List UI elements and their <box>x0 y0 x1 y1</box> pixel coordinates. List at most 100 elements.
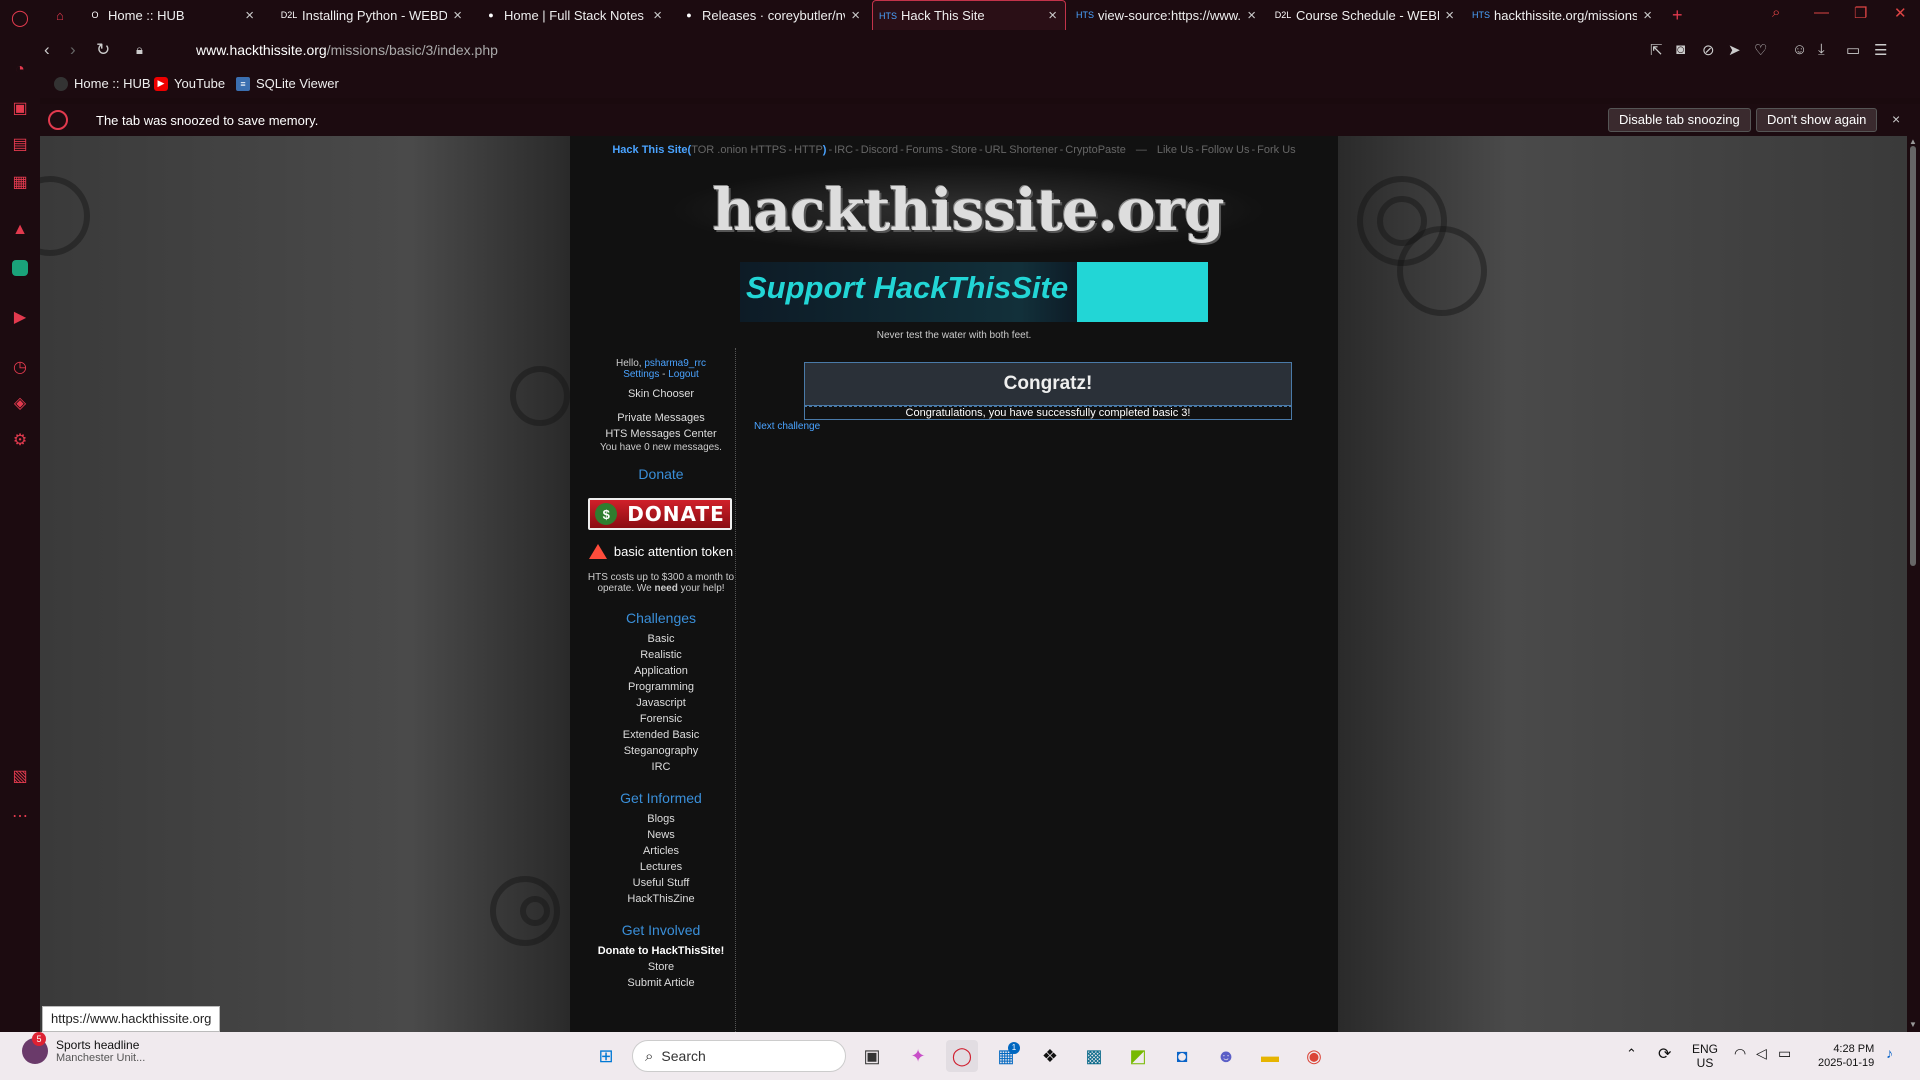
gallery-icon[interactable]: ▧ <box>8 764 32 788</box>
adblock-icon[interactable]: ⊘ <box>1702 41 1715 59</box>
informed-blogs[interactable]: Blogs <box>586 813 736 825</box>
easy-setup-icon[interactable]: ☰ <box>1874 41 1887 59</box>
tab-installing-python[interactable]: D2L Installing Python - WEBD-3 × <box>274 0 470 30</box>
nav-forums[interactable]: Forums <box>906 144 943 156</box>
dont-show-again-button[interactable]: Don't show again <box>1756 108 1878 132</box>
challenge-application[interactable]: Application <box>586 665 736 677</box>
twitch-icon[interactable]: ▤ <box>8 132 32 156</box>
nav-tor-onion[interactable]: TOR .onion HTTPS <box>691 144 786 156</box>
nav-store[interactable]: Store <box>951 144 977 156</box>
dropbox-icon[interactable]: ❖ <box>1034 1040 1066 1072</box>
file-explorer-icon[interactable]: ▬ <box>1254 1040 1286 1072</box>
hts-logo[interactable]: hackthissite.org <box>668 164 1268 256</box>
involved-donate[interactable]: Donate to HackThisSite! <box>586 945 736 957</box>
username-link[interactable]: psharma9_rrc <box>644 358 706 369</box>
tab-view-source[interactable]: HTS view-source:https://www.h × <box>1070 0 1264 30</box>
nav-follow-us[interactable]: Follow Us <box>1201 144 1249 156</box>
volume-icon[interactable]: ◁ <box>1756 1045 1767 1062</box>
history-icon[interactable]: ◷ <box>8 355 32 379</box>
private-messages-link[interactable]: Private Messages <box>586 412 736 424</box>
tab-full-stack-notes[interactable]: ● Home | Full Stack Notes × <box>476 0 670 30</box>
minimize-icon[interactable]: — <box>1814 4 1829 21</box>
scroll-thumb[interactable] <box>1910 146 1916 566</box>
chatgpt-icon[interactable] <box>8 256 32 280</box>
close-icon[interactable]: × <box>453 7 462 24</box>
challenge-extended-basic[interactable]: Extended Basic <box>586 729 736 741</box>
back-icon[interactable]: ‹ <box>44 40 50 60</box>
tab-releases-nvm[interactable]: ● Releases · coreybutler/nvm × <box>674 0 868 30</box>
tab-search-icon[interactable]: ⌕ <box>1772 4 1780 21</box>
involved-store[interactable]: Store <box>586 961 736 973</box>
challenge-programming[interactable]: Programming <box>586 681 736 693</box>
nav-cryptopaste[interactable]: CryptoPaste <box>1065 144 1126 156</box>
nav-hack-this-site[interactable]: Hack This Site <box>612 144 687 156</box>
outlook-icon[interactable]: ◘ <box>1166 1040 1198 1072</box>
close-icon[interactable]: × <box>1445 7 1454 24</box>
skin-chooser-link[interactable]: Skin Chooser <box>586 388 736 400</box>
settings-link[interactable]: Settings <box>623 369 659 380</box>
close-icon[interactable]: × <box>1048 7 1057 24</box>
opera-logo-icon[interactable]: ◯ <box>8 6 32 30</box>
bookmark-home-hub[interactable]: Home :: HUB <box>54 76 151 91</box>
battery-icon[interactable]: ▭ <box>1778 1045 1791 1062</box>
messages-center-link[interactable]: HTS Messages Center <box>586 428 736 440</box>
send-icon[interactable]: ➤ <box>1728 41 1741 59</box>
aria-icon[interactable]: ▲ <box>8 218 32 242</box>
language-indicator[interactable]: ENG US <box>1692 1042 1718 1070</box>
bookmark-sqlite-viewer[interactable]: ≡ SQLite Viewer <box>236 76 339 91</box>
taskbar-search[interactable]: ⌕ Search <box>632 1040 846 1072</box>
close-icon[interactable]: × <box>1892 111 1900 127</box>
news-widget[interactable]: 5 Sports headline Manchester Unit... <box>22 1032 145 1064</box>
reload-icon[interactable]: ↻ <box>96 40 110 60</box>
window-close-icon[interactable]: ✕ <box>1894 4 1907 22</box>
close-icon[interactable]: × <box>851 7 860 24</box>
settings-gear-icon[interactable]: ⚙ <box>8 428 32 452</box>
scroll-up-icon[interactable]: ▲ <box>1909 137 1917 146</box>
player-icon[interactable]: ▶ <box>8 305 32 329</box>
copilot-icon[interactable]: ✦ <box>902 1040 934 1072</box>
calendar-icon[interactable]: ▦ <box>8 170 32 194</box>
page-scrollbar[interactable]: ▲ ▼ <box>1907 136 1920 1032</box>
tab-hts-missions[interactable]: HTS hackthissite.org/missions/b × <box>1466 0 1660 30</box>
address-input[interactable]: www.hackthissite.org/missions/basic/3/in… <box>196 42 498 58</box>
more-dots-icon[interactable]: ⋯ <box>8 804 32 828</box>
opera-taskbar-icon[interactable]: ◯ <box>946 1040 978 1072</box>
close-icon[interactable]: × <box>1643 7 1652 24</box>
donate-button[interactable]: $ DONATE <box>588 498 732 530</box>
support-banner[interactable]: Support HackThisSite <box>740 262 1208 322</box>
challenge-irc[interactable]: IRC <box>586 761 736 773</box>
shopping-bag-icon[interactable]: ▣ <box>8 96 32 120</box>
download-icon[interactable]: ⤓ <box>1818 41 1825 58</box>
forward-icon[interactable]: › <box>70 40 76 60</box>
battery-saver-icon[interactable]: ▭ <box>1846 41 1860 59</box>
bookmark-youtube[interactable]: ▶ YouTube <box>154 76 225 91</box>
new-tab-button[interactable]: + <box>1664 0 1694 30</box>
close-icon[interactable]: × <box>653 7 662 24</box>
bat-donate-link[interactable]: basic attention token <box>586 544 736 559</box>
extensions-cube-icon[interactable]: ◈ <box>8 391 32 415</box>
nav-irc[interactable]: IRC <box>834 144 853 156</box>
tray-overflow-icon[interactable]: ⌃ <box>1626 1046 1637 1062</box>
challenge-basic[interactable]: Basic <box>586 633 736 645</box>
nvidia-icon[interactable]: ◩ <box>1122 1040 1154 1072</box>
challenge-javascript[interactable]: Javascript <box>586 697 736 709</box>
nav-discord[interactable]: Discord <box>861 144 898 156</box>
close-icon[interactable]: × <box>245 7 254 24</box>
wifi-icon[interactable]: ◠ <box>1734 1045 1746 1062</box>
speed-dial-icon[interactable]: ◔ <box>8 58 32 82</box>
informed-articles[interactable]: Articles <box>586 845 736 857</box>
camera-icon[interactable]: ◙ <box>1676 41 1685 58</box>
close-icon[interactable]: × <box>1247 7 1256 24</box>
notification-bell-icon[interactable]: ♪ <box>1886 1045 1893 1061</box>
nav-like-us[interactable]: Like Us <box>1157 144 1194 156</box>
nav-http[interactable]: HTTP <box>794 144 823 156</box>
informed-lectures[interactable]: Lectures <box>586 861 736 873</box>
sync-icon[interactable]: ⟳ <box>1658 1044 1671 1064</box>
ms-store-icon[interactable]: ▦ 1 <box>990 1040 1022 1072</box>
tab-home-hub[interactable]: O Home :: HUB × <box>80 0 262 30</box>
challenge-forensic[interactable]: Forensic <box>586 713 736 725</box>
tab-hack-this-site[interactable]: HTS Hack This Site × <box>872 0 1066 30</box>
nav-url-shortener[interactable]: URL Shortener <box>985 144 1058 156</box>
challenge-realistic[interactable]: Realistic <box>586 649 736 661</box>
app-blue-icon[interactable]: ▩ <box>1078 1040 1110 1072</box>
